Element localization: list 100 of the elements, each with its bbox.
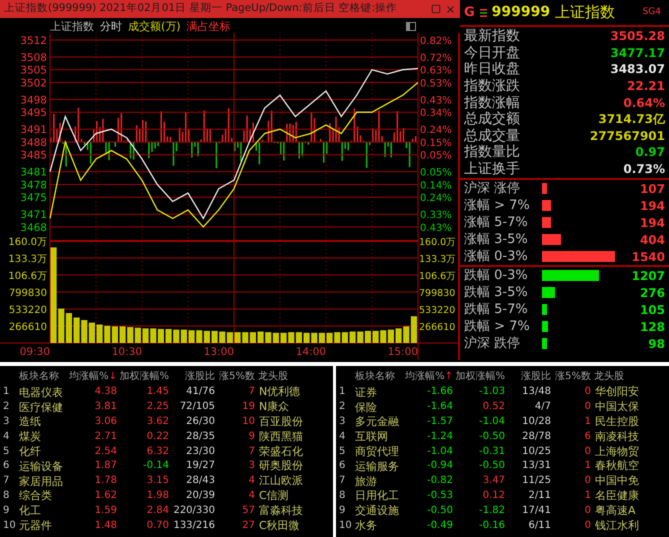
menu-icon[interactable] (480, 8, 487, 16)
leader-stock[interactable]: N优利德 (259, 385, 300, 398)
rank-cell-text: 8 (339, 490, 346, 501)
leader-stock[interactable]: 上海物贸 (595, 444, 639, 458)
maximize-icon[interactable] (431, 4, 441, 14)
leader-stock[interactable]: 荣盛石化 (259, 444, 303, 458)
leader-stock[interactable]: C秋田微 (259, 518, 300, 532)
rank-cell-text: 4 (339, 432, 346, 442)
column-header[interactable]: 龙头股 (258, 372, 288, 382)
sector-name[interactable]: 运输服务 (355, 460, 405, 472)
sector-name[interactable]: 证券 (355, 386, 405, 398)
percent-axis-label: 0.43% (420, 95, 452, 106)
sector-name[interactable]: 多元金融 (355, 416, 405, 428)
count-cell: 1 (584, 416, 591, 427)
sector-name[interactable]: 元器件 (19, 520, 69, 532)
column-header[interactable]: 涨5%数 (555, 372, 591, 382)
breadth-count: 128 (638, 320, 665, 333)
column-header[interactable]: 加权涨幅% (455, 372, 505, 382)
volume-axis-label: 533220 (8, 305, 47, 316)
sector-name[interactable]: 交通设施 (355, 505, 405, 516)
sector-name[interactable]: 水务 (355, 520, 405, 532)
leader-stock[interactable]: 江山欧派 (259, 474, 303, 488)
average-change-cell: -1.57 (427, 416, 453, 427)
count-cell: 1 (584, 460, 591, 472)
average-change-cell: 2.54 (94, 446, 117, 457)
stat-label: 指数量比 (464, 145, 520, 160)
leader-stock[interactable]: 研奥股份 (259, 459, 303, 472)
sector-name[interactable]: 煤炭 (19, 431, 69, 442)
price-axis-label: 3491 (20, 124, 47, 136)
time-axis-label: 13:00 (204, 346, 234, 358)
leader-stock[interactable]: 中国中免 (595, 474, 639, 488)
close-icon[interactable] (445, 4, 456, 14)
weighted-change-cell: -0.50 (479, 430, 505, 442)
column-header[interactable]: 涨5%数 (219, 372, 255, 382)
chart-header-label: 上证指数 (50, 20, 94, 32)
weighted-change-cell: 3.15 (146, 475, 169, 486)
count-cell: 4 (248, 475, 255, 486)
leader-stock[interactable]: C信测 (259, 488, 289, 502)
sector-name[interactable]: 商贸代理 (355, 446, 405, 458)
breadth-count: 276 (638, 286, 665, 299)
leader-stock[interactable]: 华创阳安 (595, 385, 639, 398)
sector-name[interactable]: 电器仪表 (19, 386, 69, 398)
leader-stock[interactable]: 民生控股 (595, 414, 639, 428)
rising-ratio-cell: 133/216 (173, 520, 215, 531)
average-change-cell: -1.04 (427, 446, 453, 457)
sector-name[interactable]: 医疗保健 (19, 402, 69, 413)
average-change-cell: 1.87 (94, 460, 117, 472)
sector-name[interactable]: 综合类 (19, 490, 69, 502)
average-change-cell: -0.49 (427, 520, 453, 531)
breadth-label: 涨幅 0-3% (464, 250, 529, 264)
leader-stock[interactable]: 名臣健康 (595, 488, 639, 502)
price-axis-label: 3508 (20, 52, 47, 64)
column-header[interactable]: 涨股比 (521, 372, 551, 382)
sector-name[interactable]: 家居用品 (19, 476, 69, 487)
sector-name[interactable]: 保险 (355, 402, 405, 413)
rising-ratio-cell: 72/105 (180, 401, 215, 412)
stat-value: 0.97 (635, 146, 665, 158)
leader-stock[interactable]: 粤高速A (595, 504, 636, 517)
leader-stock[interactable]: 南凌科技 (595, 430, 639, 443)
leader-stock[interactable]: 陕西黑猫 (259, 430, 303, 443)
leader-stock[interactable]: 百亚股份 (259, 414, 303, 428)
column-header[interactable]: 均涨幅% (405, 372, 445, 382)
sector-name[interactable]: 旅游 (355, 476, 405, 487)
sector-name[interactable]: 化纤 (19, 446, 69, 458)
weighted-change-cell: 1.45 (146, 386, 169, 398)
count-cell: 7 (248, 446, 255, 457)
column-header[interactable]: 板块名称 (19, 372, 59, 382)
stat-value: 277567901 (590, 130, 665, 142)
count-cell: 0 (584, 446, 591, 457)
leader-stock[interactable]: 春秋航空 (595, 459, 639, 472)
index-tag: SG4 (642, 6, 665, 20)
panel-toggle-icon[interactable] (406, 22, 416, 30)
average-change-cell: 1.62 (94, 490, 117, 501)
leader-stock[interactable]: 富淼科技 (259, 504, 303, 517)
average-change-cell: 3.06 (94, 416, 117, 427)
stat-label: 指数涨幅 (464, 96, 520, 110)
leader-stock[interactable]: 中国太保 (595, 400, 639, 414)
leader-stock[interactable]: 钱江水利 (595, 518, 639, 532)
stat-value: 3714.73亿 (598, 113, 665, 126)
percent-axis-label: 0.33% (420, 210, 452, 222)
rank-cell-text: 5 (3, 446, 10, 457)
price-axis-label: 3505 (20, 64, 47, 77)
sector-name[interactable]: 互联网 (355, 431, 405, 442)
sector-name[interactable]: 日用化工 (355, 490, 405, 502)
average-change-cell: 1.59 (94, 504, 117, 516)
column-header[interactable]: 均涨幅% (69, 372, 109, 382)
column-header[interactable]: 涨股比 (185, 372, 215, 382)
column-header[interactable]: 板块名称 (355, 372, 395, 382)
column-header[interactable]: 龙头股 (594, 372, 624, 382)
sector-name[interactable]: 运输设备 (19, 460, 69, 472)
breadth-label: 沪深 涨停 (464, 182, 522, 196)
sector-name[interactable]: 造纸 (19, 416, 69, 428)
stat-value: 3477.17 (610, 46, 665, 59)
rising-ratio-cell: 10/28 (522, 416, 551, 427)
leader-stock[interactable]: N康众 (259, 400, 290, 414)
column-header[interactable]: 加权涨幅% (119, 372, 169, 382)
breadth-label: 涨幅 > 7% (464, 199, 531, 212)
rank-cell-text: 7 (3, 476, 10, 486)
rank-cell-text: 3 (339, 416, 346, 427)
sector-name[interactable]: 化工 (19, 505, 69, 516)
